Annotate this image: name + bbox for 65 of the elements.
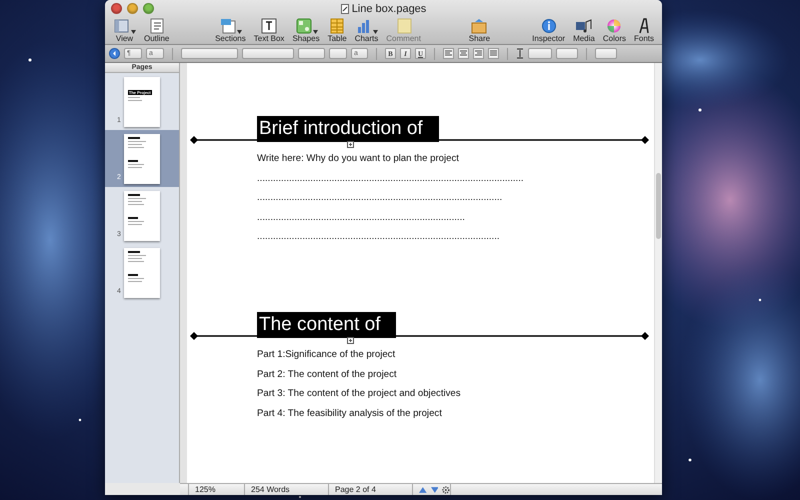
align-button[interactable] [488,48,499,59]
line-spacing-popup[interactable] [528,48,552,59]
close-button[interactable] [111,3,122,14]
toolbar-button[interactable]: Table [328,17,347,43]
toolbar-button[interactable]: View [113,17,136,43]
resize-handle-icon[interactable] [347,141,354,148]
section-heading: The content of [257,312,396,338]
scroll-thumb[interactable] [656,173,661,239]
toolbar-button[interactable]: Fonts [634,17,654,43]
columns-popup[interactable] [556,48,578,59]
toolbar-button[interactable]: Charts [354,17,378,43]
body-text: Part 1:Significance of the project [257,348,396,361]
caret-icon [236,30,242,34]
toolbar-button[interactable]: Shapes [292,17,320,43]
caret-icon [312,30,318,34]
page-stack-icon [218,18,237,34]
info-icon [540,18,558,34]
body-text: Part 2: The content of the project [257,368,398,380]
body-text: .............................................................................. [257,210,466,224]
shapes-icon [294,18,312,34]
section-heading: Brief introduction of [257,116,439,142]
body-text: Part 4: The feasibility analysis of the project [257,406,443,420]
next-page-icon[interactable] [430,486,438,492]
align-button[interactable] [458,48,469,59]
text-color-well[interactable] [329,48,347,59]
note-icon [394,18,413,34]
settings-icon[interactable] [442,486,450,494]
toolbar-button[interactable]: Share [468,17,490,43]
font-style-popup[interactable] [242,48,294,59]
previous-page-icon[interactable] [419,486,427,492]
toolbar-button[interactable]: Sections [215,17,246,43]
body-text: Write here: Why do you want to plan the project [257,152,460,165]
toolbar-button[interactable]: Outline [144,17,170,43]
outline-icon [148,18,166,34]
caret-icon [372,30,378,34]
list-popup[interactable] [595,48,617,59]
text-box-icon [260,18,278,34]
zoom-level[interactable]: 125% [195,485,216,494]
toolbar-button[interactable]: Inspector [532,17,566,43]
media-icon [574,18,593,34]
color-wheel-icon [605,18,624,34]
document-icon [340,4,349,14]
minimize-button[interactable] [127,3,138,14]
word-count: 254 Words [251,485,290,494]
body-text: ........................................................................................... [257,230,501,243]
table-icon [328,18,346,34]
body-text: Part 3: The content of the project and objectives [257,387,462,400]
line-spacing-icon [516,48,524,59]
page-indicator: Page 2 of 4 [335,485,376,494]
caret-icon [131,30,136,34]
style-drawer-button[interactable] [109,48,120,59]
align-button[interactable] [443,48,454,59]
body-text: .................................................................................................... [257,172,525,184]
zoom-button[interactable] [143,3,154,14]
align-button[interactable] [473,48,484,59]
resize-handle-icon[interactable] [347,337,354,344]
font-family-popup[interactable] [181,48,238,59]
body-text: ............................................................................................ [257,191,504,204]
window-title: Line box.pages [352,2,426,14]
toolbar-button[interactable]: Text Box [254,17,284,43]
view-icon [113,18,131,34]
font-size-popup[interactable] [298,48,325,59]
share-icon [470,18,488,34]
toolbar-button[interactable]: Media [573,17,595,43]
toolbar-button[interactable]: Colors [602,17,626,43]
